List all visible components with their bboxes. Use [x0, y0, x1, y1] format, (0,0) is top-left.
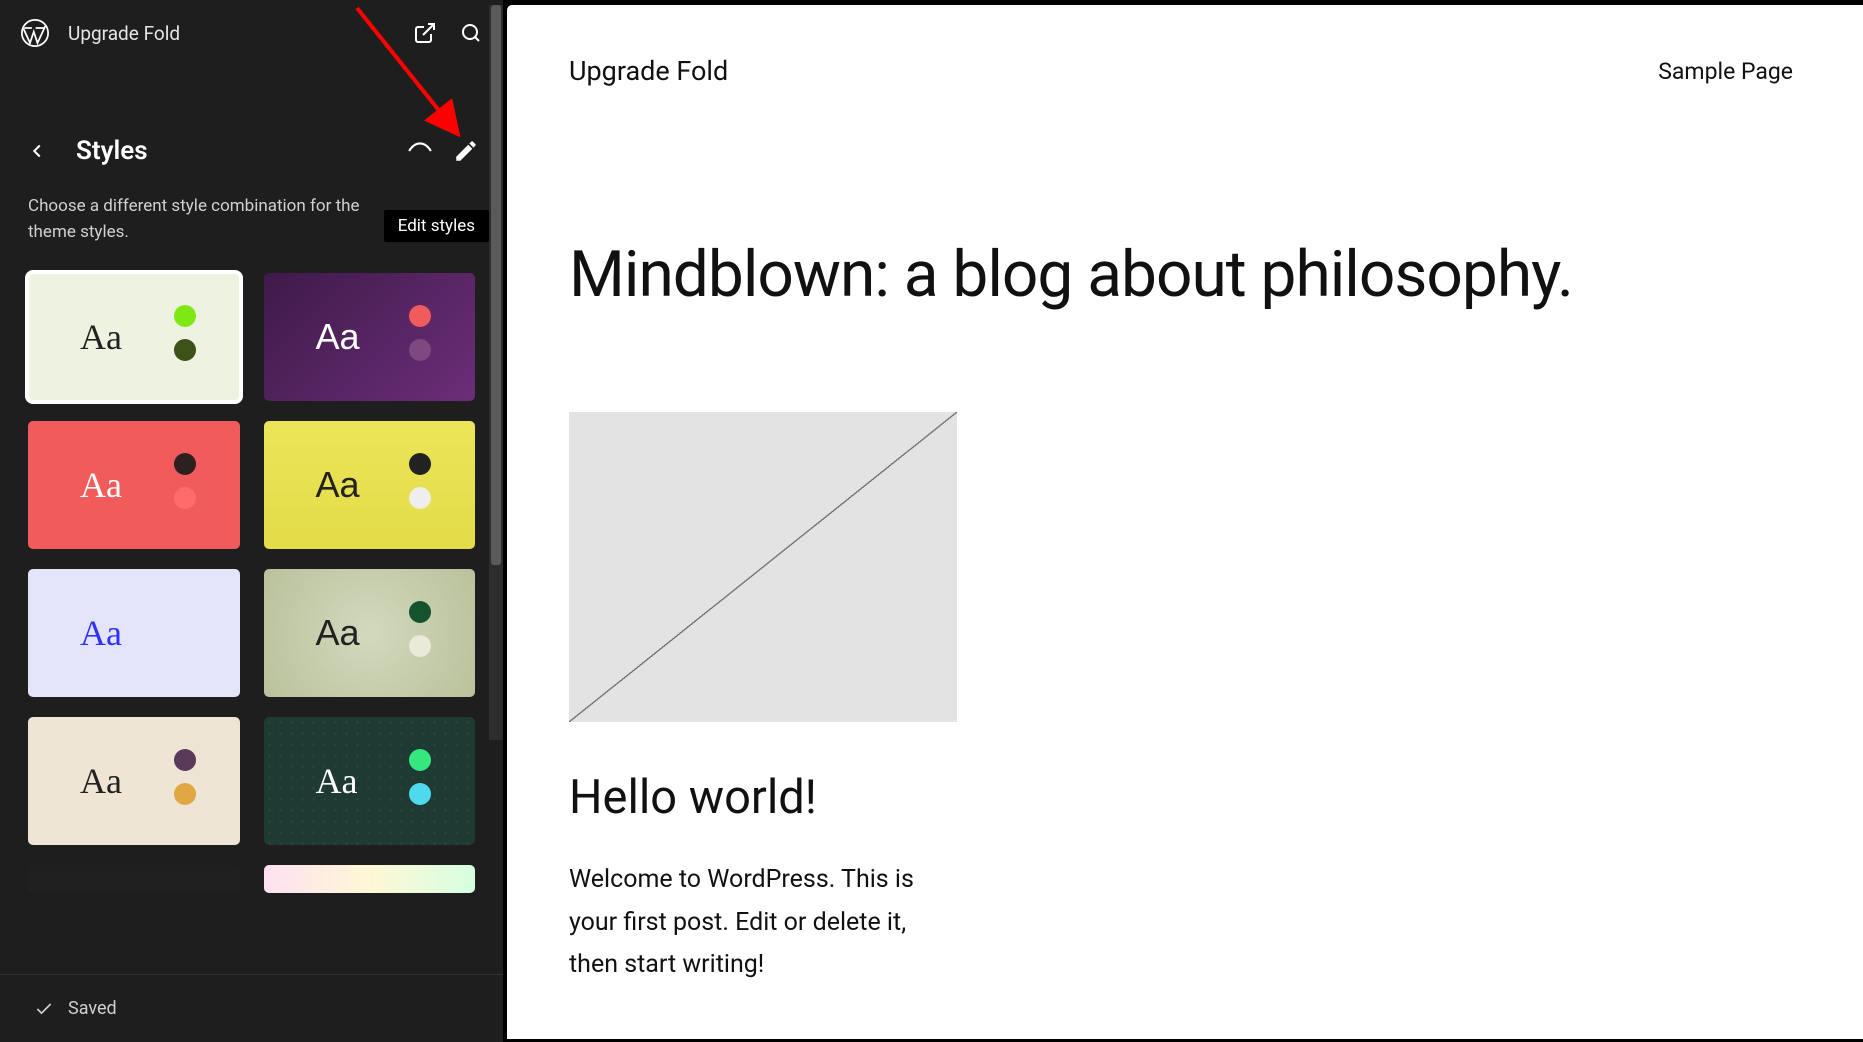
- palette-dot: [409, 749, 431, 771]
- palette-dot: [174, 783, 196, 805]
- preview-site-title[interactable]: Upgrade Fold: [569, 55, 728, 87]
- style-variation-tile[interactable]: Aa: [264, 273, 476, 401]
- sidebar-scrollbar[interactable]: [489, 5, 503, 740]
- style-sample-text: Aa: [80, 316, 122, 358]
- style-sample-text: Aa: [316, 316, 360, 358]
- stylebook-icon[interactable]: [407, 138, 433, 164]
- palette-dot: [174, 749, 196, 771]
- style-variation-tile[interactable]: [28, 865, 240, 893]
- edit-styles-tooltip: Edit styles: [384, 210, 489, 242]
- style-variation-tile[interactable]: Aa: [264, 717, 476, 845]
- preview-post-title[interactable]: Hello world!: [569, 770, 1793, 825]
- style-variation-tile[interactable]: Aa: [264, 569, 476, 697]
- style-sample-text: Aa: [316, 464, 360, 506]
- style-variation-tile[interactable]: Aa: [264, 421, 476, 549]
- preview-post-image-placeholder: [569, 412, 957, 722]
- top-bar: Upgrade Fold: [0, 0, 503, 66]
- palette-dot: [174, 339, 196, 361]
- style-variation-tile[interactable]: Aa: [28, 569, 240, 697]
- edit-styles-icon[interactable]: [453, 138, 479, 164]
- save-status: Saved: [68, 998, 117, 1019]
- palette-dot: [174, 601, 196, 623]
- editor-sidebar: Upgrade Fold Styles: [0, 0, 507, 1042]
- style-sample-text: Aa: [80, 760, 122, 802]
- palette-dot: [409, 635, 431, 657]
- palette-dot: [409, 305, 431, 327]
- preview-hero-heading: Mindblown: a blog about philosophy.: [569, 237, 1793, 312]
- style-sample-text: Aa: [80, 612, 122, 654]
- palette-dot: [409, 487, 431, 509]
- palette-dot: [409, 601, 431, 623]
- palette-dot: [409, 339, 431, 361]
- style-sample-text: Aa: [80, 464, 122, 506]
- preview-header: Upgrade Fold Sample Page: [569, 55, 1793, 117]
- site-title[interactable]: Upgrade Fold: [68, 22, 393, 45]
- preview-post-body: Welcome to WordPress. This is your first…: [569, 859, 929, 987]
- style-variation-tile[interactable]: [264, 865, 476, 893]
- style-sample-text: Aa: [316, 760, 358, 802]
- search-icon[interactable]: [457, 19, 485, 47]
- style-variation-tile[interactable]: Aa: [28, 273, 240, 401]
- palette-dot: [409, 783, 431, 805]
- style-variations-grid: Aa Aa Aa Aa Aa Aa Aa Aa: [28, 273, 475, 893]
- style-variation-tile[interactable]: Aa: [28, 717, 240, 845]
- panel-title: Styles: [62, 136, 395, 166]
- preview-nav-link[interactable]: Sample Page: [1658, 58, 1793, 85]
- style-sample-text: Aa: [316, 612, 360, 654]
- style-variation-tile[interactable]: Aa: [28, 421, 240, 549]
- check-icon: [34, 999, 54, 1019]
- panel-header: Styles: [0, 126, 503, 174]
- wordpress-logo-icon[interactable]: [20, 18, 50, 48]
- palette-dot: [174, 487, 196, 509]
- site-preview[interactable]: Upgrade Fold Sample Page Mindblown: a bl…: [507, 0, 1863, 1042]
- palette-dot: [174, 635, 196, 657]
- back-button[interactable]: [24, 138, 50, 164]
- open-external-icon[interactable]: [411, 19, 439, 47]
- palette-dot: [174, 453, 196, 475]
- panel-description: Choose a different style combination for…: [0, 174, 420, 255]
- palette-dot: [409, 453, 431, 475]
- sidebar-scrollbar-thumb[interactable]: [491, 5, 501, 565]
- palette-dot: [174, 305, 196, 327]
- sidebar-footer: Saved: [0, 974, 503, 1042]
